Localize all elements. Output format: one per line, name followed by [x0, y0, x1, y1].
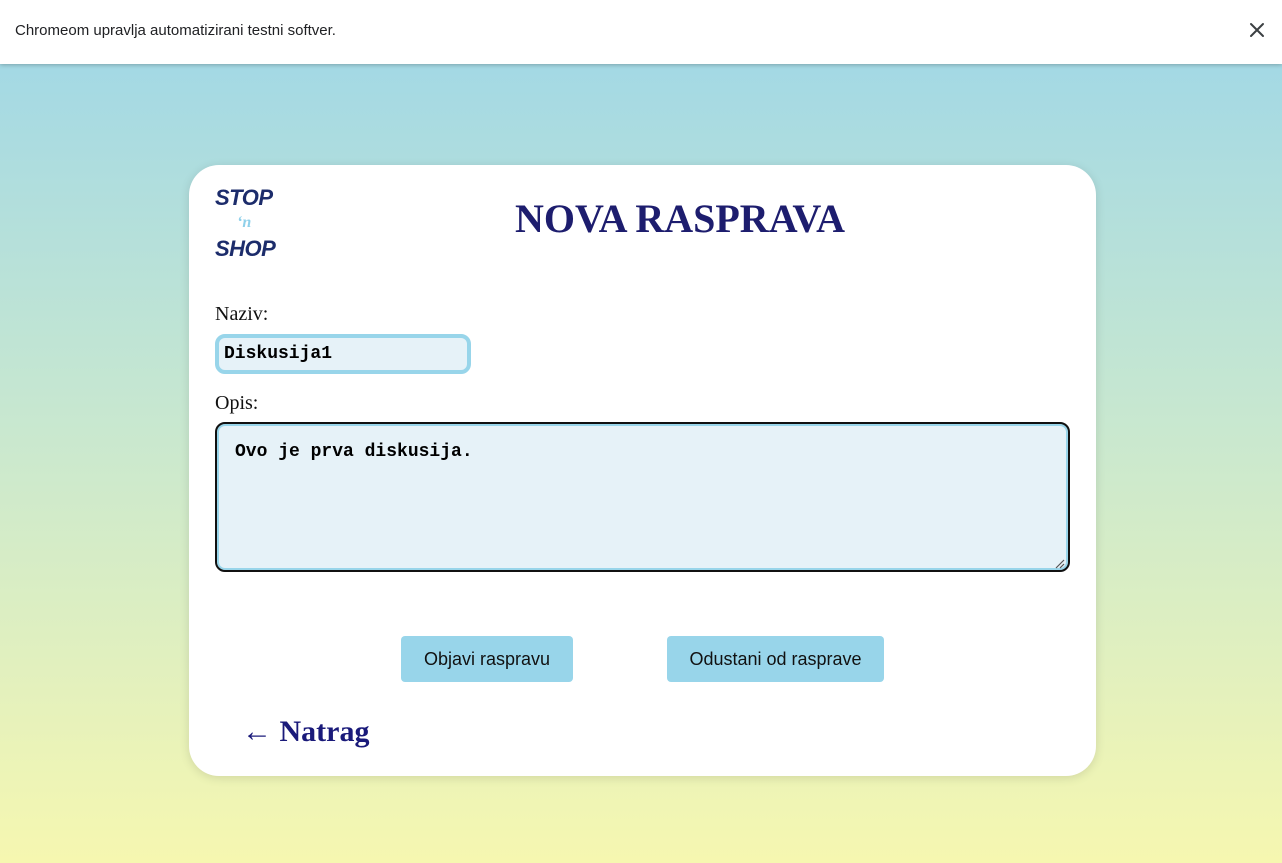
automation-infobar: Chromeom upravlja automatizirani testni … — [0, 0, 1282, 64]
page-title: NOVA RASPRAVA — [514, 196, 846, 241]
opis-label: Opis: — [215, 392, 259, 414]
naziv-input[interactable] — [215, 334, 471, 374]
opis-textarea[interactable]: Ovo je prva diskusija. — [215, 422, 1070, 572]
resize-handle-icon[interactable] — [1053, 556, 1065, 569]
infobar-message: Chromeom upravlja automatizirani testni … — [15, 22, 336, 39]
new-discussion-card: STOP ‘n SHOP NOVA RASPRAVA Naziv: Opis: … — [189, 165, 1096, 776]
publish-discussion-button[interactable]: Objavi raspravu — [401, 636, 573, 682]
back-link[interactable]: ← Natrag — [242, 715, 369, 749]
cancel-discussion-button[interactable]: Odustani od rasprave — [667, 636, 884, 682]
naziv-label: Naziv: — [215, 303, 269, 325]
close-icon[interactable] — [1246, 19, 1268, 41]
